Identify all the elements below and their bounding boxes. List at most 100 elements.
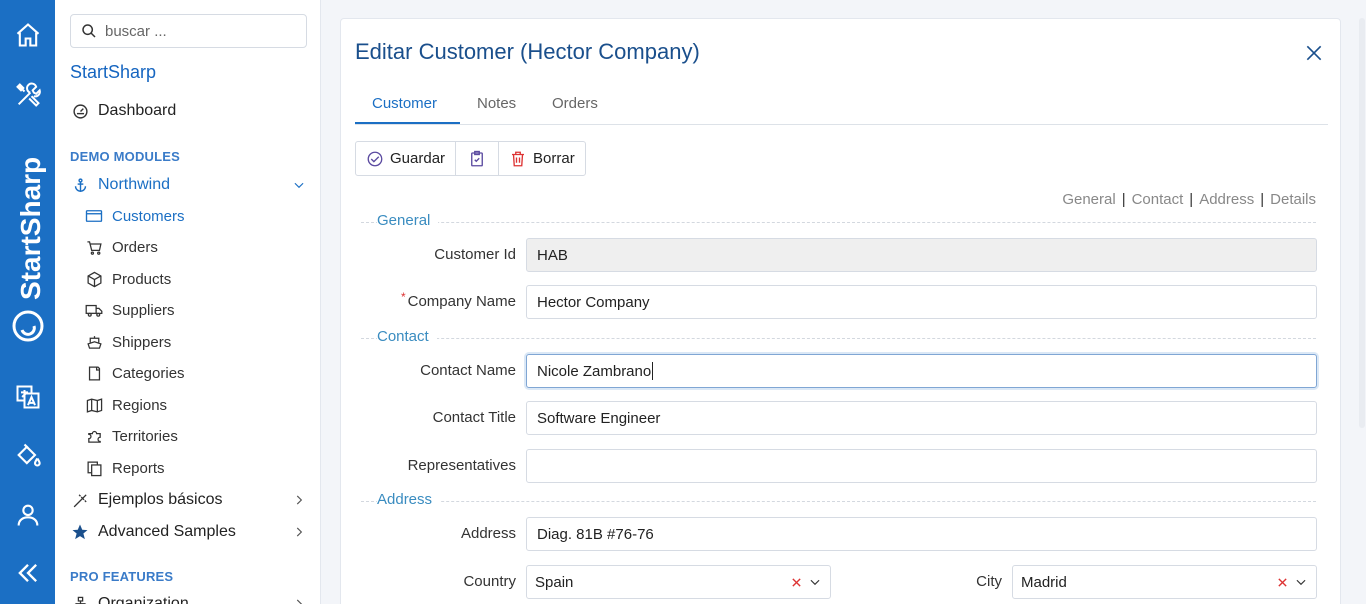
customer-id-field: HAB [526,238,1317,272]
contact-title-label: Contact Title [432,409,516,426]
country-value: Spain [535,573,574,591]
category-link-address[interactable]: Address [1199,191,1254,208]
map-icon [85,396,103,414]
company-name-field[interactable]: Hector Company [526,285,1317,319]
chevron-right-icon [296,527,303,537]
clear-icon[interactable] [791,577,802,588]
page-scrollbar[interactable] [1358,0,1366,604]
text-cursor [652,362,654,380]
sidebar-item-label: Territories [112,427,178,445]
company-name-label-text: Company Name [407,293,516,310]
category-title: Address [377,491,441,508]
delete-button[interactable]: Borrar [499,142,585,175]
sidebar-item-orders[interactable]: Orders [85,238,158,256]
separator: | [1121,191,1126,208]
country-select[interactable]: Spain [526,565,831,599]
sidebar-item-label: Shippers [112,333,172,351]
sidebar-item-regions[interactable]: Regions [85,396,167,414]
category-link-contact[interactable]: Contact [1132,191,1184,208]
sidebar-item-categories[interactable]: Categories [85,364,185,382]
box-icon [85,270,103,288]
tab-notes[interactable]: Notes [477,95,516,112]
folder-icon [85,364,103,382]
brand-text: StartSharp [15,157,46,300]
copy-icon [85,459,103,477]
truck-icon [85,301,103,319]
sidebar-item-basic-samples[interactable]: Ejemplos básicos [70,490,306,510]
address-label: Address [460,525,516,542]
sidebar-item-suppliers[interactable]: Suppliers [85,301,175,319]
tab-orders[interactable]: Orders [552,95,598,112]
sidebar-item-shippers[interactable]: Shippers [85,333,171,351]
contact-title-field[interactable]: Software Engineer [526,401,1317,435]
contact-name-field[interactable]: Nicole Zambrano [526,354,1317,388]
sidebar-item-label: Dashboard [98,102,177,119]
brand-logo: StartSharp [6,140,50,342]
sidebar-item-label: Regions [112,396,168,414]
close-icon[interactable] [1304,43,1324,63]
toolbar: Guardar Borrar [355,141,586,176]
sidebar: StartSharp Dashboard DEMO MODULES Northw… [55,0,321,604]
sidebar-item-customers[interactable]: Customers [85,207,185,225]
category-address: Address [361,491,1316,511]
clipboard-check-icon [471,150,483,166]
translate-icon[interactable] [0,377,55,417]
sidebar-item-label: Customers [112,207,185,225]
category-title: General [377,212,439,229]
chevron-right-icon [296,495,303,505]
paint-bucket-icon[interactable] [0,435,55,475]
active-tab-indicator [355,122,460,124]
tab-customer[interactable]: Customer [372,95,437,112]
representatives-label: Representatives [407,457,516,474]
contact-name-value: Nicole Zambrano [537,362,652,380]
star-icon [70,522,90,542]
section-demo-modules: DEMO MODULES [70,149,181,164]
apply-changes-button[interactable] [456,142,500,175]
delete-label: Borrar [533,150,575,167]
home-icon[interactable] [0,15,55,55]
sidebar-item-territories[interactable]: Territories [85,427,178,445]
sidebar-item-products[interactable]: Products [85,270,171,288]
category-title: Contact [377,328,437,345]
separator: | [1260,191,1265,208]
separator: | [1189,191,1194,208]
tab-bar: Customer Notes Orders [355,87,1328,125]
wand-icon [70,490,90,510]
puzzle-icon [85,427,103,445]
app-rail: StartSharp [0,0,55,604]
required-marker: * [400,290,406,304]
city-select[interactable]: Madrid [1012,565,1317,599]
chevron-down-icon[interactable] [1294,575,1308,589]
sidebar-item-northwind[interactable]: Northwind [70,175,306,195]
customer-id-label: Customer Id [434,246,516,263]
app-title[interactable]: StartSharp [70,62,156,83]
save-button[interactable]: Guardar [356,142,457,175]
category-link-general[interactable]: General [1062,191,1115,208]
sidebar-item-advanced-samples[interactable]: Advanced Samples [70,522,306,542]
representatives-field[interactable] [526,449,1317,483]
category-link-details[interactable]: Details [1270,191,1316,208]
card-icon [85,207,103,225]
category-general: General [361,212,1316,232]
user-icon[interactable] [0,495,55,535]
sidebar-item-label: Reports [112,459,165,477]
sidebar-item-label: Ejemplos básicos [98,491,223,508]
sidebar-item-organization[interactable]: Organization [70,594,306,604]
collapse-icon[interactable] [0,553,55,593]
country-label: Country [463,573,516,590]
scrollbar-thumb[interactable] [1359,18,1365,428]
chevron-down-icon[interactable] [808,575,822,589]
clear-icon[interactable] [1277,577,1288,588]
category-contact: Contact [361,328,1316,348]
sidebar-item-label: Organization [98,595,189,604]
trash-icon [512,151,525,166]
search-input[interactable] [105,22,295,40]
address-field[interactable]: Diag. 81B #76-76 [526,517,1317,551]
cart-icon [85,238,103,256]
sidebar-item-reports[interactable]: Reports [85,459,165,477]
tools-icon[interactable] [0,75,55,115]
sidebar-item-label: Northwind [98,176,171,193]
sidebar-item-dashboard[interactable]: Dashboard [70,101,176,121]
search-box[interactable] [70,14,307,48]
edit-customer-dialog: Editar Customer (Hector Company) Custome… [340,18,1341,604]
